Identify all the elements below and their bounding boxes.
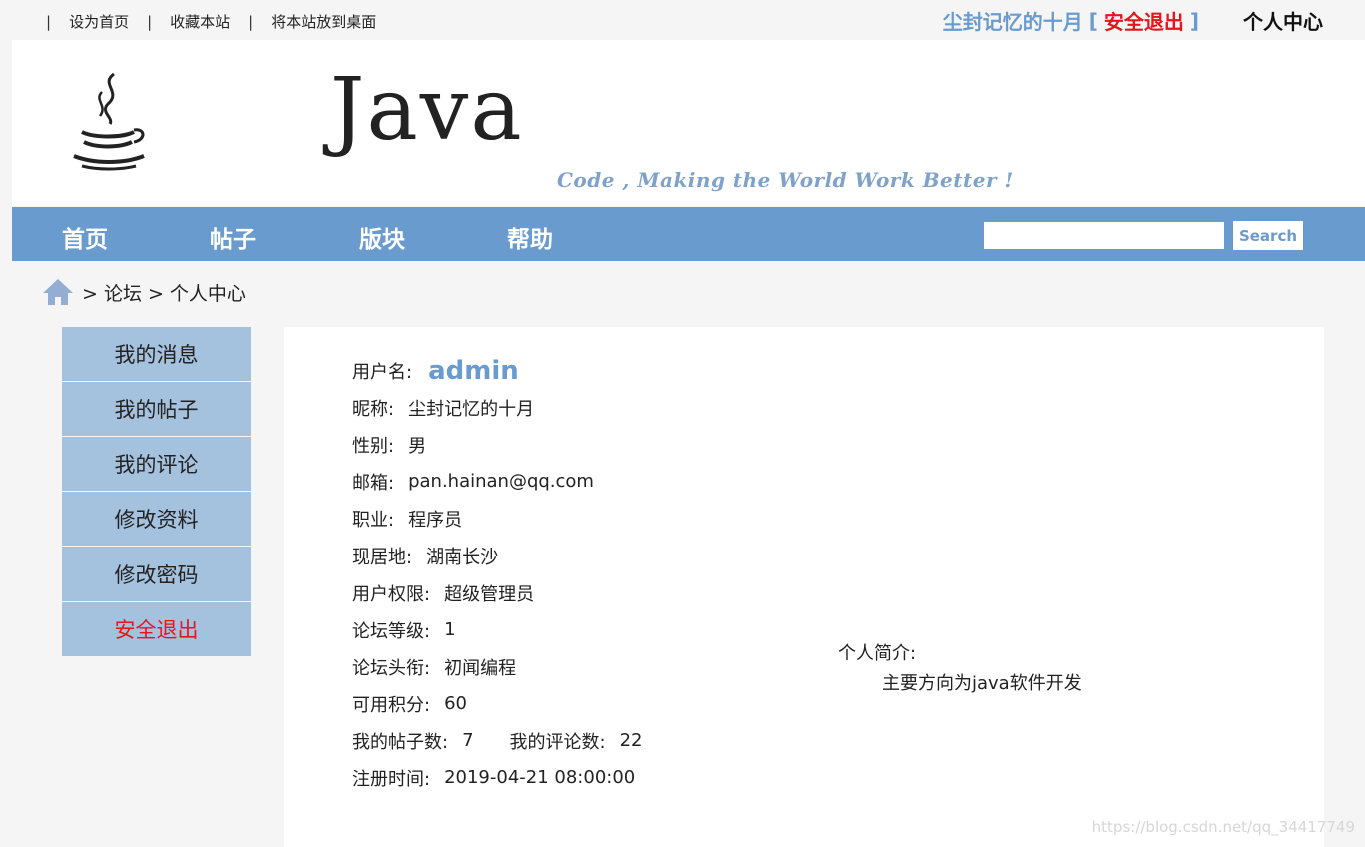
menu-my-comments[interactable]: 我的评论 (62, 437, 251, 491)
profile-info: 用户名: admin 昵称: 尘封记忆的十月 性别: 男 邮箱: pan.hai… (352, 352, 643, 796)
title-row: 论坛头衔: 初闻编程 (352, 648, 643, 685)
banner-title: Java (330, 60, 524, 160)
gender-label: 性别: (352, 435, 395, 457)
register-time-label: 注册时间: (352, 768, 431, 790)
forum-title-label: 论坛头衔: (352, 657, 431, 679)
location-row: 现居地: 湖南长沙 (352, 537, 643, 574)
banner: Java Code , Making the World Work Better… (12, 40, 1365, 206)
top-links: | 设为首页 | 收藏本站 | 将本站放到桌面 (46, 11, 394, 32)
level-value: 1 (444, 619, 456, 640)
points-value: 60 (444, 693, 467, 714)
username-value: admin (428, 355, 519, 386)
user-box: 尘封记忆的十月 [ 安全退出 ] 个人中心 (943, 6, 1365, 35)
counts-row: 我的帖子数: 7 我的评论数: 22 (352, 722, 643, 759)
profile-panel: 用户名: admin 昵称: 尘封记忆的十月 性别: 男 邮箱: pan.hai… (284, 327, 1324, 847)
user-nickname-link[interactable]: 尘封记忆的十月 (943, 6, 1083, 35)
nav-boards[interactable]: 版块 (359, 220, 405, 254)
job-row: 职业: 程序员 (352, 500, 643, 537)
search-button[interactable]: Search (1233, 221, 1303, 250)
nickname-value: 尘封记忆的十月 (408, 398, 535, 420)
nickname-row: 昵称: 尘封记忆的十月 (352, 389, 643, 426)
separator: | (147, 12, 153, 31)
add-to-desktop-link[interactable]: 将本站放到桌面 (271, 11, 376, 32)
posts-count-label: 我的帖子数: (352, 731, 449, 753)
location-label: 现居地: (352, 546, 413, 568)
menu-my-messages[interactable]: 我的消息 (62, 327, 251, 381)
register-time-value: 2019-04-21 08:00:00 (444, 767, 636, 788)
comments-count-label: 我的评论数: (509, 731, 606, 753)
nav-posts[interactable]: 帖子 (210, 220, 256, 254)
bookmark-site-link[interactable]: 收藏本站 (170, 11, 230, 32)
permission-row: 用户权限: 超级管理员 (352, 574, 643, 611)
menu-my-posts[interactable]: 我的帖子 (62, 382, 251, 436)
permission-value: 超级管理员 (444, 583, 535, 605)
menu-logout[interactable]: 安全退出 (62, 602, 251, 656)
menu-change-password[interactable]: 修改密码 (62, 547, 251, 601)
top-bar: | 设为首页 | 收藏本站 | 将本站放到桌面 尘封记忆的十月 [ 安全退出 ]… (0, 0, 1365, 40)
email-row: 邮箱: pan.hainan@qq.com (352, 463, 643, 500)
breadcrumb-forum[interactable]: > 论坛 (82, 279, 142, 306)
posts-count-value: 7 (462, 730, 474, 751)
job-label: 职业: (352, 509, 395, 531)
home-icon[interactable] (42, 277, 74, 307)
gender-value: 男 (408, 435, 427, 457)
level-label: 论坛等级: (352, 620, 431, 642)
search-input[interactable] (984, 222, 1224, 249)
permission-label: 用户权限: (352, 583, 431, 605)
bio-text: 主要方向为java软件开发 (882, 673, 1082, 694)
email-label: 邮箱: (352, 472, 395, 494)
logout-link[interactable]: 安全退出 (1104, 6, 1184, 35)
gender-row: 性别: 男 (352, 426, 643, 463)
register-row: 注册时间: 2019-04-21 08:00:00 (352, 759, 643, 796)
nickname-label: 昵称: (352, 398, 395, 420)
watermark: https://blog.csdn.net/qq_34417749 (1091, 818, 1355, 836)
nav-help[interactable]: 帮助 (507, 220, 553, 254)
breadcrumb-personal-center: > 个人中心 (147, 282, 246, 305)
breadcrumb: > 论坛 > 个人中心 (42, 277, 252, 307)
java-cup-logo (73, 72, 145, 171)
banner-slogan: Code , Making the World Work Better ! (557, 168, 1014, 192)
side-menu: 我的消息 我的帖子 我的评论 修改资料 修改密码 安全退出 (62, 327, 251, 657)
bio-label: 个人简介: (838, 643, 917, 664)
menu-edit-profile[interactable]: 修改资料 (62, 492, 251, 546)
bracket-open: [ (1088, 8, 1098, 33)
job-value: 程序员 (408, 509, 463, 531)
bio-section: 个人简介: 主要方向为java软件开发 (838, 639, 1082, 695)
level-row: 论坛等级: 1 (352, 611, 643, 648)
set-homepage-link[interactable]: 设为首页 (69, 11, 129, 32)
personal-center-link[interactable]: 个人中心 (1243, 6, 1323, 35)
points-label: 可用积分: (352, 694, 431, 716)
comments-count-value: 22 (619, 730, 643, 751)
separator: | (46, 12, 52, 31)
username-row: 用户名: admin (352, 352, 643, 389)
forum-title-value: 初闻编程 (444, 657, 517, 679)
nav-home[interactable]: 首页 (62, 220, 108, 254)
bracket-close: ] (1189, 8, 1199, 33)
main-nav: 首页 帖子 版块 帮助 Search (12, 207, 1365, 261)
points-row: 可用积分: 60 (352, 685, 643, 722)
username-label: 用户名: (352, 361, 413, 383)
location-value: 湖南长沙 (426, 546, 499, 568)
email-value: pan.hainan@qq.com (408, 471, 594, 492)
separator: | (248, 12, 254, 31)
